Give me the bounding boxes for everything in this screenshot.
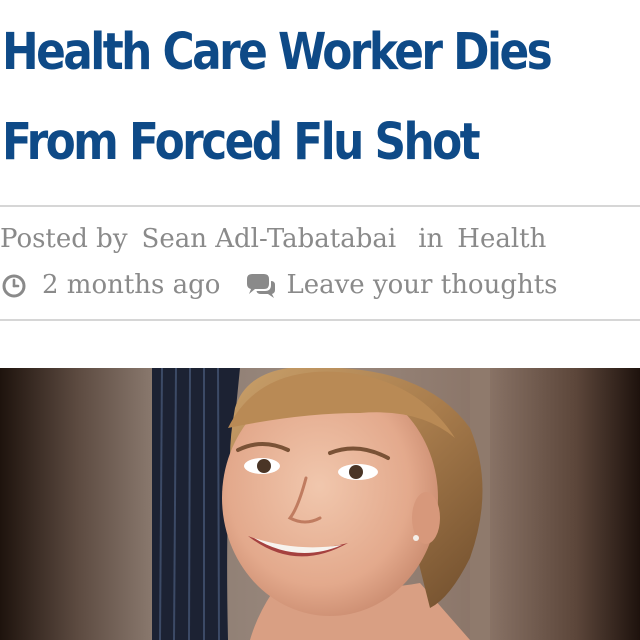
post-meta-details: 2 months ago Leave your thoughts	[0, 270, 558, 300]
comments-icon	[244, 271, 276, 299]
category-link[interactable]: Health	[457, 224, 546, 254]
article-headline[interactable]: Health Care Worker Dies From Forced Flu …	[2, 8, 553, 188]
post-time-ago: 2 months ago	[42, 270, 221, 300]
posted-by-label: Posted by	[0, 224, 128, 254]
headline-line-2[interactable]: From Forced Flu Shot	[2, 98, 549, 188]
meta-divider-bottom	[0, 319, 640, 321]
comments-link[interactable]: Leave your thoughts	[286, 270, 557, 300]
headline-line-1[interactable]: Health Care Worker Dies	[2, 8, 553, 98]
post-meta-byline: Posted by Sean Adl-Tabatabai in Health	[0, 224, 546, 254]
author-link[interactable]: Sean Adl-Tabatabai	[142, 224, 397, 254]
clock-icon	[0, 271, 28, 299]
meta-divider-top	[0, 205, 640, 207]
in-label: in	[418, 224, 444, 254]
article-featured-image[interactable]	[0, 368, 640, 640]
